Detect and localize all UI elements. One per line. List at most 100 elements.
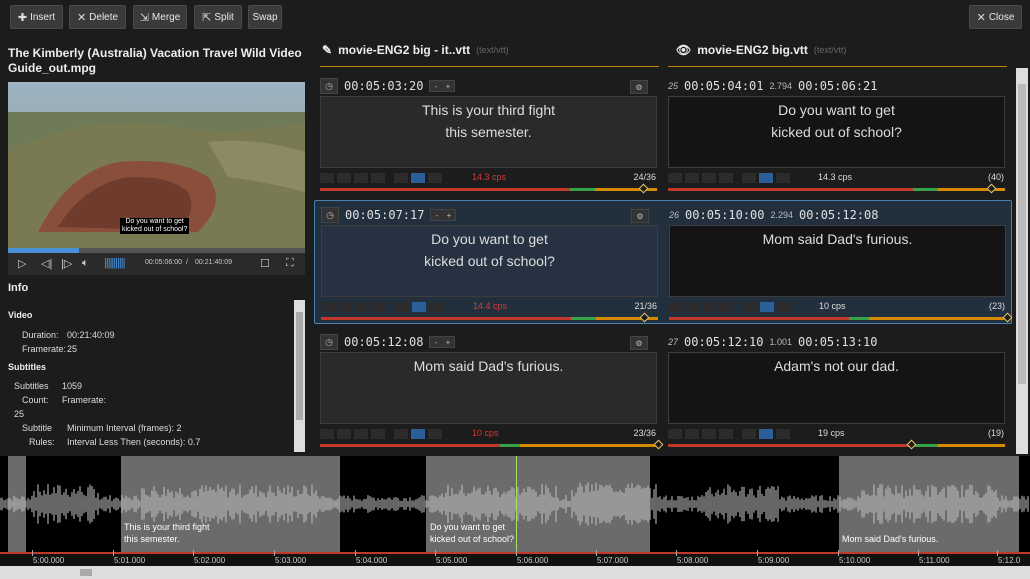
format-button[interactable]	[719, 429, 733, 439]
minus-icon[interactable]: -	[435, 82, 438, 91]
grid-scrollbar[interactable]	[1016, 68, 1028, 454]
format-button[interactable]	[337, 173, 351, 183]
format-button[interactable]	[320, 429, 334, 439]
info-scrollbar[interactable]	[294, 300, 305, 452]
play-icon[interactable]: ▷	[18, 257, 26, 270]
grid-scrollbar-thumb[interactable]	[1018, 84, 1026, 384]
format-button[interactable]	[354, 173, 368, 183]
volume-icon[interactable]: 🔈︎	[82, 257, 89, 270]
settings-icon[interactable]: ⚙	[630, 336, 648, 350]
format-button[interactable]	[702, 429, 716, 439]
format-button[interactable]	[702, 173, 716, 183]
align-right-button[interactable]	[428, 173, 442, 183]
align-center-button[interactable]	[411, 173, 425, 183]
timing-marker[interactable]	[638, 183, 649, 194]
time-stepper[interactable]: - +	[429, 80, 456, 92]
subtitle-row[interactable]: ◷ 00:05:07:17 - + ⚙ Do you want to get ki…	[314, 200, 1013, 324]
step-forward-icon[interactable]: |▷	[61, 257, 72, 270]
left-start-time[interactable]: 00:05:07:17	[345, 208, 424, 222]
plus-icon[interactable]: +	[447, 211, 452, 220]
close-button[interactable]: ✕ Close	[969, 5, 1022, 29]
format-button[interactable]	[703, 302, 717, 312]
format-button[interactable]	[371, 173, 385, 183]
right-end-time: 00:05:12:08	[799, 208, 879, 222]
left-text-editor[interactable]: Mom said Dad's furious.	[320, 352, 657, 424]
subtitle-grid: ◷ 00:05:03:20 - + ⚙ This is your third fi…	[314, 72, 1014, 454]
align-center-button[interactable]	[759, 429, 773, 439]
align-left-button[interactable]	[394, 173, 408, 183]
align-center-button[interactable]	[760, 302, 774, 312]
waveform-scrollbar-thumb[interactable]	[80, 569, 92, 576]
align-right-button[interactable]	[776, 429, 790, 439]
volume-slider[interactable]: |||||||||||	[104, 257, 125, 269]
tick-label: 5:01.000	[114, 556, 146, 565]
align-left-button[interactable]	[394, 429, 408, 439]
format-button[interactable]	[354, 429, 368, 439]
video-player[interactable]: Do you want to get kicked out of school?	[8, 82, 305, 248]
waveform-scrollbar[interactable]	[0, 566, 1030, 579]
format-button[interactable]	[337, 429, 351, 439]
timing-marker[interactable]	[639, 312, 650, 323]
time-stepper[interactable]: - +	[429, 336, 456, 348]
time-stepper[interactable]: - +	[430, 209, 457, 221]
format-button[interactable]	[320, 173, 334, 183]
format-button[interactable]	[321, 302, 335, 312]
fit-icon[interactable]: ☐	[260, 257, 270, 270]
format-button[interactable]	[686, 302, 700, 312]
align-left-button[interactable]	[742, 429, 756, 439]
align-left-button[interactable]	[395, 302, 409, 312]
settings-icon[interactable]: ⚙	[631, 209, 649, 223]
left-start-time[interactable]: 00:05:12:08	[344, 335, 423, 349]
align-left-button[interactable]	[742, 173, 756, 183]
timing-marker[interactable]	[906, 439, 917, 450]
insert-button[interactable]: ✚ Insert	[10, 5, 63, 29]
playhead[interactable]	[516, 456, 517, 552]
align-center-button[interactable]	[412, 302, 426, 312]
align-right-button[interactable]	[776, 173, 790, 183]
format-button[interactable]	[669, 302, 683, 312]
fullscreen-icon[interactable]: ⛶	[286, 257, 294, 270]
step-back-icon[interactable]: ◁|	[41, 257, 52, 270]
format-button[interactable]	[720, 302, 734, 312]
format-button[interactable]	[338, 302, 352, 312]
subtitle-row[interactable]: ◷ 00:05:03:20 - + ⚙ This is your third fi…	[314, 72, 1012, 196]
timing-marker[interactable]	[1002, 312, 1013, 323]
format-button[interactable]	[668, 173, 682, 183]
waveform[interactable]: This is your third fight this semester. …	[0, 456, 1030, 566]
timeline-ruler[interactable]: 5:00.000 5:01.000 5:02.000 5:03.000 5:04.000…	[0, 550, 1030, 566]
align-right-button[interactable]	[428, 429, 442, 439]
subtitle-row[interactable]: ◷ 00:05:12:08 - + ⚙ Mom said Dad's furiou…	[314, 328, 1012, 452]
timing-marker[interactable]	[986, 183, 997, 194]
swap-button[interactable]: Swap	[248, 5, 282, 29]
split-button[interactable]: ⇱ Split	[194, 5, 242, 29]
format-button[interactable]	[668, 429, 682, 439]
format-button[interactable]	[372, 302, 386, 312]
align-right-button[interactable]	[777, 302, 791, 312]
align-left-button[interactable]	[743, 302, 757, 312]
settings-icon[interactable]: ⚙	[630, 80, 648, 94]
plus-icon[interactable]: +	[446, 338, 451, 347]
timing-bar-green	[913, 444, 938, 447]
left-text-editor[interactable]: Do you want to get kicked out of school?	[321, 225, 658, 297]
clock-icon[interactable]: ◷	[320, 78, 338, 94]
align-center-button[interactable]	[759, 173, 773, 183]
format-button[interactable]	[719, 173, 733, 183]
left-start-time[interactable]: 00:05:03:20	[344, 79, 423, 93]
clock-icon[interactable]: ◷	[321, 207, 339, 223]
merge-button[interactable]: ⇲ Merge	[133, 5, 187, 29]
minus-icon[interactable]: -	[436, 211, 439, 220]
format-button[interactable]	[355, 302, 369, 312]
tick-label: 5:07.000	[597, 556, 629, 565]
format-button[interactable]	[685, 429, 699, 439]
format-button[interactable]	[685, 173, 699, 183]
info-scrollbar-thumb[interactable]	[296, 312, 303, 420]
plus-icon[interactable]: +	[446, 82, 451, 91]
format-button[interactable]	[371, 429, 385, 439]
left-text-editor[interactable]: This is your third fight this semester.	[320, 96, 657, 168]
delete-button[interactable]: ✕ Delete	[69, 5, 126, 29]
left-char-count: 21/36	[634, 301, 657, 311]
minus-icon[interactable]: -	[435, 338, 438, 347]
clock-icon[interactable]: ◷	[320, 334, 338, 350]
align-right-button[interactable]	[429, 302, 443, 312]
align-center-button[interactable]	[411, 429, 425, 439]
